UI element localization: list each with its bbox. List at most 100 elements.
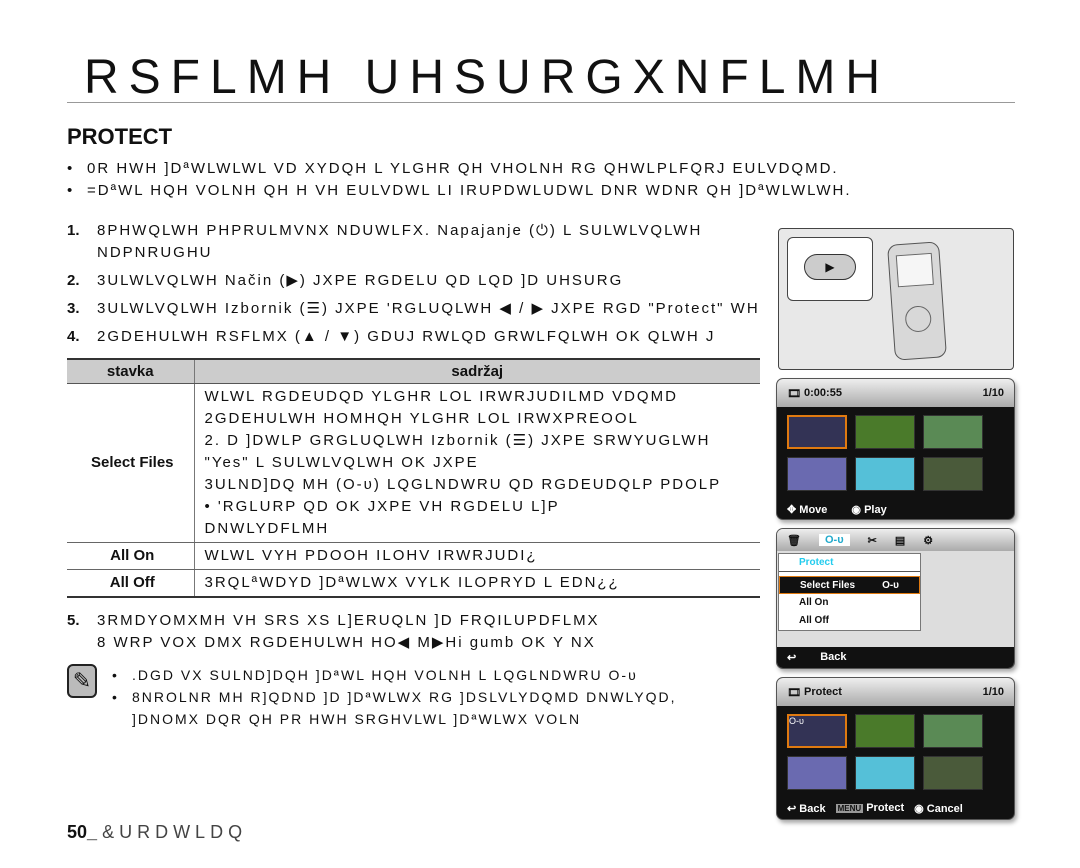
thumbnail[interactable]: [923, 714, 983, 748]
menu-item-all-on[interactable]: All On: [779, 594, 920, 612]
camcorder-illustration: ▶: [778, 228, 1014, 370]
step-5-cont: 8 WRP VOX DMX RGDEHULWH HO◀ M▶Hi gumb OK…: [97, 633, 596, 651]
cancel-label: Cancel: [926, 803, 963, 815]
step-4: 4. 2GDEHULWH RSFLMX (▲ / ▼) GDUJ RWLQD GR…: [67, 326, 767, 348]
thumbnail-protected[interactable]: O-ᴜ: [787, 714, 847, 748]
play-hint: ◉ Play: [851, 504, 887, 516]
thumbnail[interactable]: [923, 415, 983, 449]
thumbnail-grid: O-ᴜ: [777, 706, 1014, 798]
row-item: All Off: [67, 569, 195, 598]
play-button-icon: ▶: [804, 254, 856, 280]
note-text: 8NROLNR MH R]QDND ]D ]DªWLWX RG ]DSLVLYD…: [132, 688, 677, 705]
step-3: 3. 3ULWLVQLWH Izbornik (☰) JXPE 'RGLUQLWH…: [67, 298, 767, 320]
thumbnail[interactable]: [855, 415, 915, 449]
file-count: 1/10: [982, 387, 1004, 399]
table-row: All Off 3RQLªWDYD ]DªWLWX VYLK ILOPRYD L …: [67, 569, 760, 598]
row-content: WLWL VYH PDOOH ILOHV IRWRJUDI¿: [194, 542, 760, 570]
content-line: 2GDEHULWH HOMHQH YLGHR LOL IRWXPREOOL: [204, 409, 639, 427]
step-1: 1. 8PHWQLWH PHPRULMVNX NDUWLFX. Napajanje…: [67, 220, 767, 264]
screen-menu: 🗑 O-ᴜ ✂ ▤ ⚙ Protect Select Files O-ᴜ All On A…: [776, 528, 1015, 669]
menu-key: MENU: [835, 804, 864, 813]
content-line: 2. D ]DWLP GRGLUQLWH Izbornik (☰) JXPE S…: [204, 431, 711, 449]
step-text: 3ULWLVQLWH Izbornik (☰) JXPE 'RGLUQLWH ◀…: [97, 300, 760, 317]
content-line: WLWL VYH PDOOH ILOHV IRWRJUDI¿: [204, 546, 538, 564]
bullet-2: • =DªWL HQH VOLNH QH H VH EULVDWL LI IRUP…: [67, 180, 1015, 202]
content-line: • 'RGLURP QD OK JXPE VH RGDELU L]P: [204, 497, 560, 515]
content-line: 3ULND]DQ MH (O-ᴜ) LQGLNDWRU QD RGDEUDQLP…: [204, 475, 722, 493]
key-icon[interactable]: O-ᴜ: [818, 534, 850, 546]
page-title: RSFLMH UHSURGXNFLMH: [84, 51, 891, 104]
footer-label: &URDWLDQ: [102, 822, 248, 842]
thumbnail[interactable]: [855, 714, 915, 748]
main-column: 1. 8PHWQLWH PHPRULMVNX NDUWLFX. Napajanje…: [67, 220, 767, 730]
row-item: Select Files: [67, 383, 195, 543]
step-number: 3.: [67, 300, 80, 317]
thumbnail[interactable]: [787, 756, 847, 790]
back-hint[interactable]: ↩ Back: [777, 647, 1014, 668]
step-number: 2.: [67, 272, 80, 289]
note-1: • .DGD VX SULND]DQH ]DªWL HQH VOLNH L LQG…: [112, 664, 677, 686]
thumbnail[interactable]: [787, 415, 847, 449]
step-text: 3RMDYOMXMH VH SRS XS L]ERUQLN ]D FRQILUP…: [97, 611, 600, 629]
content-line: WLWL RGDEUDQD YLGHR LOL IRWRJUDILMD VDQM…: [204, 387, 678, 405]
note-2-cont: ]DNOMX DQR QH PR HWH SRGHVLWL ]DªWLWX VO…: [132, 710, 582, 727]
protect-menu: Protect Select Files O-ᴜ All On All Off: [778, 553, 921, 631]
content-line: DNWLYDFLMH: [204, 519, 330, 537]
intro-bullets: • 0R HWH ]DªWLWLWL VD XYDQH L YLGHR QH VH…: [67, 158, 1015, 202]
col-header-content: sadržaj: [194, 358, 760, 384]
book-icon[interactable]: ▤: [895, 534, 905, 547]
row-content: 3RQLªWDYD ]DªWLWX VYLK ILOPRYD L EDN¿¿: [194, 569, 760, 598]
back-hint[interactable]: ↩ Back: [787, 802, 826, 815]
col-header-item: stavka: [67, 358, 195, 384]
bullet-text: 0R HWH ]DªWLWLWL VD XYDQH L YLGHR QH VHO…: [87, 160, 839, 177]
menu-item-select-files[interactable]: Select Files O-ᴜ: [779, 576, 920, 594]
screen-title: Protect: [804, 686, 842, 698]
note-icon: ✎: [67, 663, 97, 698]
key-icon: O-ᴜ: [882, 580, 899, 591]
protect-label: Protect: [866, 802, 905, 814]
menu-item-all-off[interactable]: All Off: [779, 612, 920, 630]
bullet-1: • 0R HWH ]DªWLWLWL VD XYDQH L YLGHR QH VH…: [67, 158, 1015, 180]
step-5: 5. 3RMDYOMXMH VH SRS XS L]ERUQLN ]D FRQIL…: [67, 610, 767, 654]
step-1-cont: NDPNRUGHU: [97, 244, 213, 261]
time-code: 0:00:55: [804, 387, 842, 399]
bullet-text: =DªWL HQH VOLNH QH H VH EULVDWL LI IRUPD…: [87, 182, 852, 199]
cancel-hint[interactable]: ◉ Cancel: [914, 802, 963, 815]
back-label: Back: [799, 803, 826, 815]
scissors-icon[interactable]: ✂: [868, 534, 877, 547]
note-text: .DGD VX SULND]DQH ]DªWL HQH VOLNH L LQGL…: [132, 666, 638, 683]
step-number: 4.: [67, 328, 80, 345]
move-hint: ✥ Move: [787, 504, 828, 516]
thumbnail[interactable]: [923, 756, 983, 790]
play-label: Play: [864, 504, 887, 516]
step-text: 2GDEHULWH RSFLMX (▲ / ▼) GDUJ RWLQD GRWL…: [97, 328, 716, 345]
thumbnail[interactable]: [855, 457, 915, 491]
section-heading: PROTECT: [67, 124, 173, 149]
trash-icon[interactable]: 🗑: [787, 534, 801, 547]
thumbnail[interactable]: [855, 756, 915, 790]
step-text: 3ULWLVQLWH Način (▶) JXPE RGDELU QD LQD …: [97, 272, 624, 289]
thumbnail[interactable]: [787, 457, 847, 491]
step-number: 5.: [67, 611, 80, 629]
row-item: All On: [67, 542, 195, 570]
file-count: 1/10: [982, 686, 1004, 698]
step-number: 1.: [67, 222, 80, 239]
screen-header: 🎞 Protect 1/10: [777, 678, 1014, 706]
title-divider: [67, 102, 1015, 103]
row-content: WLWL RGDEUDQD YLGHR LOL IRWRJUDILMD VDQM…: [194, 383, 760, 543]
note-2: • 8NROLNR MH R]QDND ]D ]DªWLWX RG ]DSLVLY…: [112, 688, 677, 727]
content-line: 3RQLªWDYD ]DªWLWX VYLK ILOPRYD L EDN¿¿: [204, 573, 620, 591]
table-row: All On WLWL VYH PDOOH ILOHV IRWRJUDI¿: [67, 542, 760, 570]
content-line: "Yes" L SULWLVQLWH OK JXPE: [204, 453, 479, 471]
step-2: 2. 3ULWLVQLWH Način (▶) JXPE RGDELU QD LQ…: [67, 270, 767, 292]
protect-hint[interactable]: MENU Protect: [835, 802, 905, 815]
move-label: Move: [799, 504, 828, 516]
menu-tabs: 🗑 O-ᴜ ✂ ▤ ⚙: [777, 529, 1014, 551]
step-text: 8PHWQLWH PHPRULMVNX NDUWLFX. Napajanje (…: [97, 222, 703, 239]
options-table: stavka sadržaj Select Files WLWL RGDEUDQD…: [67, 358, 760, 598]
screen-protect: 🎞 Protect 1/10 O-ᴜ ↩ Back MENU Protect ◉ Ca…: [776, 677, 1015, 820]
video-icon: 🎞: [787, 387, 801, 400]
gear-icon[interactable]: ⚙: [923, 534, 933, 547]
thumbnail[interactable]: [923, 457, 983, 491]
table-row: Select Files WLWL RGDEUDQD YLGHR LOL IRW…: [67, 383, 760, 543]
